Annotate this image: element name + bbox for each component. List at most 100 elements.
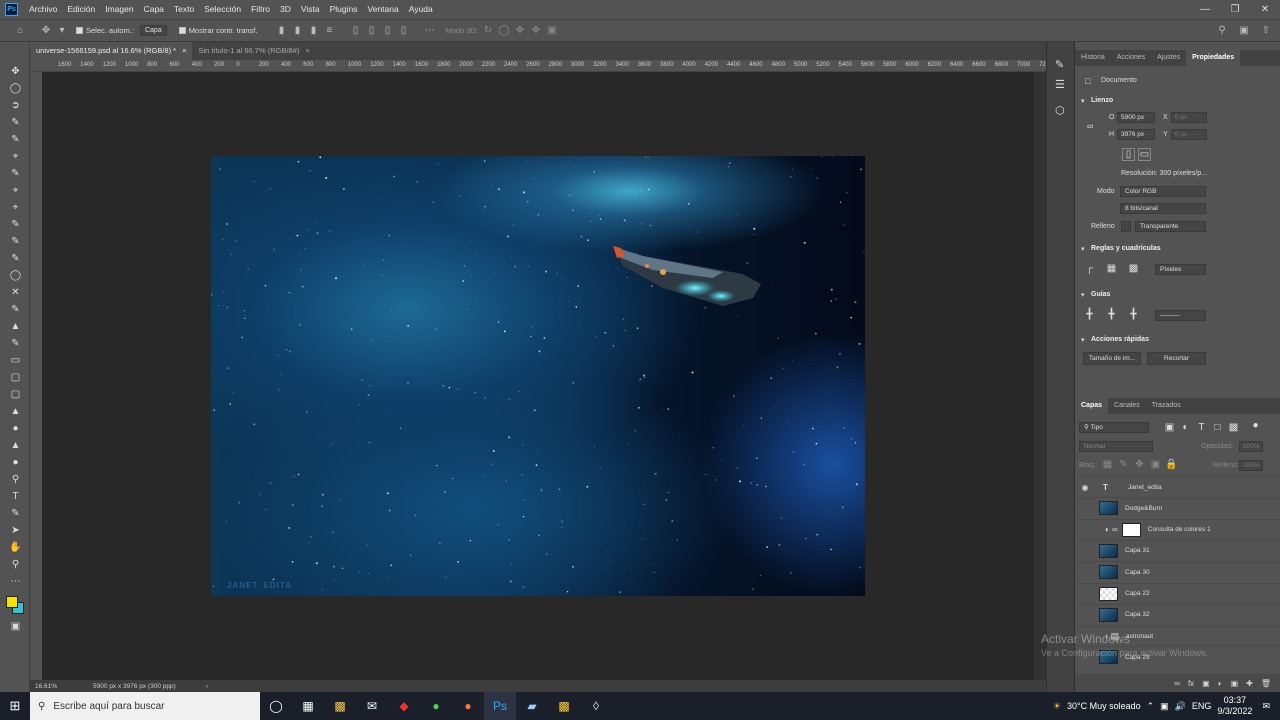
tab-universe[interactable]: universe-1566159.psd al 16.6% (RGB/8) * × <box>30 42 193 60</box>
close-icon[interactable]: × <box>305 42 309 60</box>
marquee-tool-icon[interactable]: ◯ <box>8 81 23 95</box>
home-icon[interactable]: ⌂ <box>14 25 26 37</box>
show-transform-checkbox[interactable]: Mostrar contr. transf. <box>178 26 257 35</box>
layer-row[interactable]: Capa 31 <box>1077 539 1280 561</box>
layer-row[interactable]: Capa 22 <box>1077 582 1280 604</box>
clock[interactable]: 03:37 9/3/2022 <box>1217 695 1252 717</box>
weather-text[interactable]: 30°C Muy soleado <box>1067 701 1141 711</box>
zoom-tool-icon[interactable]: ⚲ <box>8 557 23 571</box>
width-input[interactable]: 5900 px <box>1117 112 1155 123</box>
sticky-notes-icon[interactable]: ▩ <box>548 692 580 720</box>
new-group-icon[interactable]: ▣ <box>1231 679 1239 688</box>
eyedropper-icon[interactable]: ✎ <box>8 217 23 231</box>
blur-tool-icon[interactable]: ▲ <box>8 404 23 418</box>
link-icon[interactable]: ∞ <box>1087 121 1093 131</box>
slide-3d-icon[interactable]: ✥ <box>530 25 542 37</box>
status-menu-arrow[interactable]: › <box>206 683 208 690</box>
scale-3d-icon[interactable]: ▣ <box>546 25 558 37</box>
mail-icon[interactable]: ✉ <box>356 692 388 720</box>
layer-filter-select[interactable]: ⚲ Tipo <box>1079 422 1149 433</box>
volume-icon[interactable]: 🔊 <box>1175 701 1186 712</box>
blend-mode-select[interactable]: Normal <box>1079 441 1153 452</box>
brush-tool-icon[interactable]: ✎ <box>8 302 23 316</box>
chevron-down-icon[interactable]: ▾ <box>56 25 68 37</box>
office-icon[interactable]: ◆ <box>388 692 420 720</box>
lock-all-icon[interactable]: 🔒 <box>1165 458 1178 471</box>
sponge-tool-icon[interactable]: ● <box>8 455 23 469</box>
tab-history[interactable]: Historia <box>1075 50 1111 66</box>
bit-depth-select[interactable]: 8 bits/canal <box>1120 203 1206 214</box>
crop-button[interactable]: Recortar <box>1147 352 1206 365</box>
drag-3d-icon[interactable]: ✥ <box>514 25 526 37</box>
vertical-ruler[interactable] <box>30 72 42 680</box>
collapse-chevron-icon[interactable]: ▾ <box>1081 336 1085 344</box>
image-size-button[interactable]: Tamaño de im... <box>1083 352 1141 365</box>
layer-row[interactable]: ◉ T Janet_edita <box>1077 476 1280 497</box>
language-indicator[interactable]: ENG <box>1192 701 1212 711</box>
align-top-icon[interactable]: ▯ <box>349 25 361 37</box>
layer-mask-thumbnail[interactable] <box>1121 522 1141 537</box>
layer-row[interactable]: Capa 30 <box>1077 561 1280 582</box>
tab-channels[interactable]: Canales <box>1108 398 1146 414</box>
close-icon[interactable]: × <box>182 42 186 60</box>
sharpen-tool-icon[interactable]: ● <box>8 421 23 435</box>
quick-select-tool-icon[interactable]: ✎ <box>8 132 23 146</box>
layer-row[interactable]: Capa 32 <box>1077 603 1280 625</box>
network-icon[interactable]: ▣ <box>1160 701 1169 712</box>
menu-ayuda[interactable]: Ayuda <box>404 0 438 19</box>
horizontal-ruler[interactable]: 1600 1400 1200 1000 800 600 400 200 0 200 400 600 80… <box>30 60 1046 72</box>
notifications-icon[interactable]: ✉ <box>1262 701 1270 712</box>
collapse-chevron-icon[interactable]: ▾ <box>1081 291 1085 299</box>
align-right-icon[interactable]: ▮ <box>307 25 319 37</box>
canvas-section-title[interactable]: Lienzo <box>1091 97 1113 104</box>
tab-layers[interactable]: Capas <box>1075 398 1109 414</box>
lock-artboard-icon[interactable]: ▣ <box>1149 458 1162 471</box>
grid-toggle-icon[interactable]: ▦ <box>1105 262 1118 275</box>
history-brush-icon[interactable]: ✎ <box>8 336 23 350</box>
paint-bucket-icon[interactable]: ▢ <box>8 387 23 401</box>
fill-swatch[interactable] <box>1121 221 1131 232</box>
healing-brush-icon[interactable]: ✎ <box>8 234 23 248</box>
pen-tool-icon[interactable]: ⚲ <box>8 472 23 486</box>
collapse-chevron-icon[interactable]: ▾ <box>1081 245 1085 253</box>
app-icon[interactable]: ▰ <box>516 692 548 720</box>
file-explorer-icon[interactable]: ▩ <box>324 692 356 720</box>
lock-position-icon[interactable]: ✥ <box>1133 458 1146 471</box>
distribute-icon[interactable]: ≡ <box>323 25 335 37</box>
new-layer-icon[interactable]: ✚ <box>1246 679 1253 688</box>
zoom-level[interactable]: 16.61% <box>35 683 57 690</box>
fill-opacity-input[interactable]: 100% <box>1239 460 1263 471</box>
roll-3d-icon[interactable]: ◯ <box>498 25 510 37</box>
y-input[interactable]: 0 px <box>1171 129 1207 140</box>
menu-texto[interactable]: Texto <box>169 0 199 19</box>
direct-select-icon[interactable]: ➤ <box>8 523 23 537</box>
color-mode-select[interactable]: Color RGB <box>1120 186 1206 197</box>
lock-transparency-icon[interactable]: ▦ <box>1101 458 1114 471</box>
quick-actions-section-title[interactable]: Acciones rápidas <box>1091 336 1149 343</box>
fill-select[interactable]: Transparente <box>1135 221 1206 232</box>
patch-tool-icon[interactable]: ✎ <box>8 251 23 265</box>
lasso-tool-icon[interactable]: ➲ <box>8 98 23 112</box>
share-icon[interactable]: ⇧ <box>1260 25 1272 37</box>
menu-seleccion[interactable]: Selección <box>199 0 246 19</box>
more-options-icon[interactable]: ⋯ <box>423 25 435 37</box>
layer-row[interactable]: ◐ ∞ Consulta de colores 1 <box>1077 518 1280 540</box>
more-tools-icon[interactable]: ⋯ <box>8 574 23 588</box>
layer-style-icon[interactable]: fx <box>1188 679 1194 688</box>
content-aware-icon[interactable]: ✕ <box>8 285 23 299</box>
collapse-chevron-icon[interactable]: ▾ <box>1081 97 1085 105</box>
new-guide-icon[interactable]: ╋ <box>1127 308 1140 321</box>
new-adjustment-icon[interactable]: ◐ <box>1218 679 1223 688</box>
minimize-icon[interactable]: — <box>1190 0 1220 19</box>
menu-archivo[interactable]: Archivo <box>24 0 62 19</box>
crop-icon[interactable]: ⌖ <box>8 200 23 214</box>
ruler-toggle-icon[interactable]: ┌ <box>1083 262 1096 275</box>
foreground-color-swatch[interactable] <box>6 596 18 608</box>
path-select-icon[interactable]: ✎ <box>8 506 23 520</box>
task-view-icon[interactable]: ▦ <box>292 692 324 720</box>
align-middle-icon[interactable]: ▯ <box>365 25 377 37</box>
menu-filtro[interactable]: Filtro <box>246 0 275 19</box>
object-select-tool-icon[interactable]: ✎ <box>8 115 23 129</box>
pixel-grid-icon[interactable]: ▩ <box>1127 262 1140 275</box>
align-left-icon[interactable]: ▮ <box>275 25 287 37</box>
